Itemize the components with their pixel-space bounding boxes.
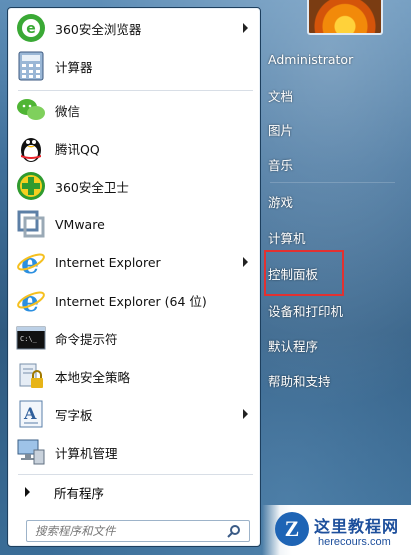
program-computer-management[interactable]: 计算机管理	[13, 434, 256, 470]
divider	[18, 90, 253, 91]
search-icon[interactable]	[227, 524, 241, 538]
user-name: Administrator	[268, 51, 354, 67]
watermark-logo: Z 这里教程网 herecours.com	[262, 505, 411, 555]
svg-text:e: e	[21, 285, 39, 315]
calculator-icon	[15, 50, 47, 82]
program-label: 命令提示符	[55, 331, 118, 347]
program-internet-explorer[interactable]: e Internet Explorer	[13, 244, 256, 280]
cmd-icon: C:\_	[15, 322, 47, 354]
logo-z-icon: Z	[275, 512, 309, 546]
program-local-security-policy[interactable]: 本地安全策略	[13, 358, 256, 394]
right-item-help-support[interactable]: 帮助和支持	[268, 369, 331, 391]
search-input[interactable]	[33, 523, 227, 539]
program-360-browser[interactable]: e 360安全浏览器	[13, 10, 256, 46]
program-label: Internet Explorer	[55, 254, 161, 270]
program-label: 腾讯QQ	[55, 141, 100, 157]
program-label: 计算机管理	[55, 445, 118, 461]
right-item-label: 音乐	[268, 157, 294, 173]
submenu-arrow-icon[interactable]	[243, 23, 248, 33]
wechat-icon	[15, 94, 47, 126]
divider	[18, 474, 253, 475]
all-programs-arrow-icon	[25, 487, 30, 497]
ie-icon: e	[15, 284, 47, 316]
all-programs-button[interactable]: 所有程序	[13, 480, 256, 504]
program-label: 微信	[55, 103, 81, 119]
svg-text:e: e	[21, 247, 39, 277]
submenu-arrow-icon[interactable]	[243, 409, 248, 419]
program-label: 360安全卫士	[55, 179, 129, 195]
program-internet-explorer-64[interactable]: e Internet Explorer (64 位)	[13, 282, 256, 318]
svg-text:e: e	[26, 21, 36, 37]
right-item-label: 图片	[268, 122, 294, 138]
program-label: 写字板	[55, 407, 93, 423]
program-label: 计算器	[55, 59, 93, 75]
program-wordpad[interactable]: A 写字板	[13, 396, 256, 432]
program-label: 本地安全策略	[55, 369, 131, 385]
user-avatar[interactable]	[307, 0, 383, 35]
control-panel-highlight-box	[264, 250, 344, 296]
search-box[interactable]	[26, 520, 250, 542]
submenu-arrow-icon[interactable]	[243, 257, 248, 267]
vmware-icon	[15, 208, 47, 240]
program-label: VMware	[55, 216, 105, 232]
divider	[270, 182, 395, 183]
program-wechat[interactable]: 微信	[13, 92, 256, 128]
right-item-music[interactable]: 音乐	[268, 153, 293, 175]
all-programs-label: 所有程序	[54, 485, 105, 501]
program-label: Internet Explorer (64 位)	[55, 293, 207, 309]
right-item-label: 默认程序	[268, 338, 319, 354]
right-item-documents[interactable]: 文档	[268, 84, 293, 106]
right-item-computer[interactable]: 计算机	[268, 226, 306, 248]
program-vmware[interactable]: VMware	[13, 206, 256, 242]
program-qq[interactable]: 腾讯QQ	[13, 130, 256, 166]
logo-brand-text: 这里教程网	[314, 517, 400, 536]
right-item-label: 帮助和支持	[268, 373, 331, 389]
program-command-prompt[interactable]: C:\_ 命令提示符	[13, 320, 256, 356]
right-item-label: 文档	[268, 88, 294, 104]
ie-icon: e	[15, 246, 47, 278]
security-policy-icon	[15, 360, 47, 392]
program-calculator[interactable]: 计算器	[13, 48, 256, 84]
logo-url-text: herecours.com	[318, 536, 391, 548]
computer-management-icon	[15, 436, 47, 468]
program-label: 360安全浏览器	[55, 21, 142, 37]
right-item-default-programs[interactable]: 默认程序	[268, 334, 318, 356]
right-item-games[interactable]: 游戏	[268, 190, 293, 212]
start-menu-programs-pane: e 360安全浏览器 计算器 微信 腾讯QQ 360安全卫士 VMware e …	[7, 7, 261, 547]
wordpad-icon: A	[15, 398, 47, 430]
svg-text:A: A	[23, 404, 37, 423]
right-item-administrator[interactable]: Administrator	[268, 48, 353, 70]
right-item-label: 计算机	[268, 230, 306, 246]
right-item-label: 游戏	[268, 194, 294, 210]
360-browser-icon: e	[15, 12, 47, 44]
right-item-devices-printers[interactable]: 设备和打印机	[268, 299, 343, 321]
qq-penguin-icon	[15, 132, 47, 164]
program-360-security[interactable]: 360安全卫士	[13, 168, 256, 204]
svg-text:C:\_: C:\_	[20, 335, 38, 343]
360-security-icon	[15, 170, 47, 202]
right-item-pictures[interactable]: 图片	[268, 118, 293, 140]
right-item-label: 设备和打印机	[268, 303, 344, 319]
